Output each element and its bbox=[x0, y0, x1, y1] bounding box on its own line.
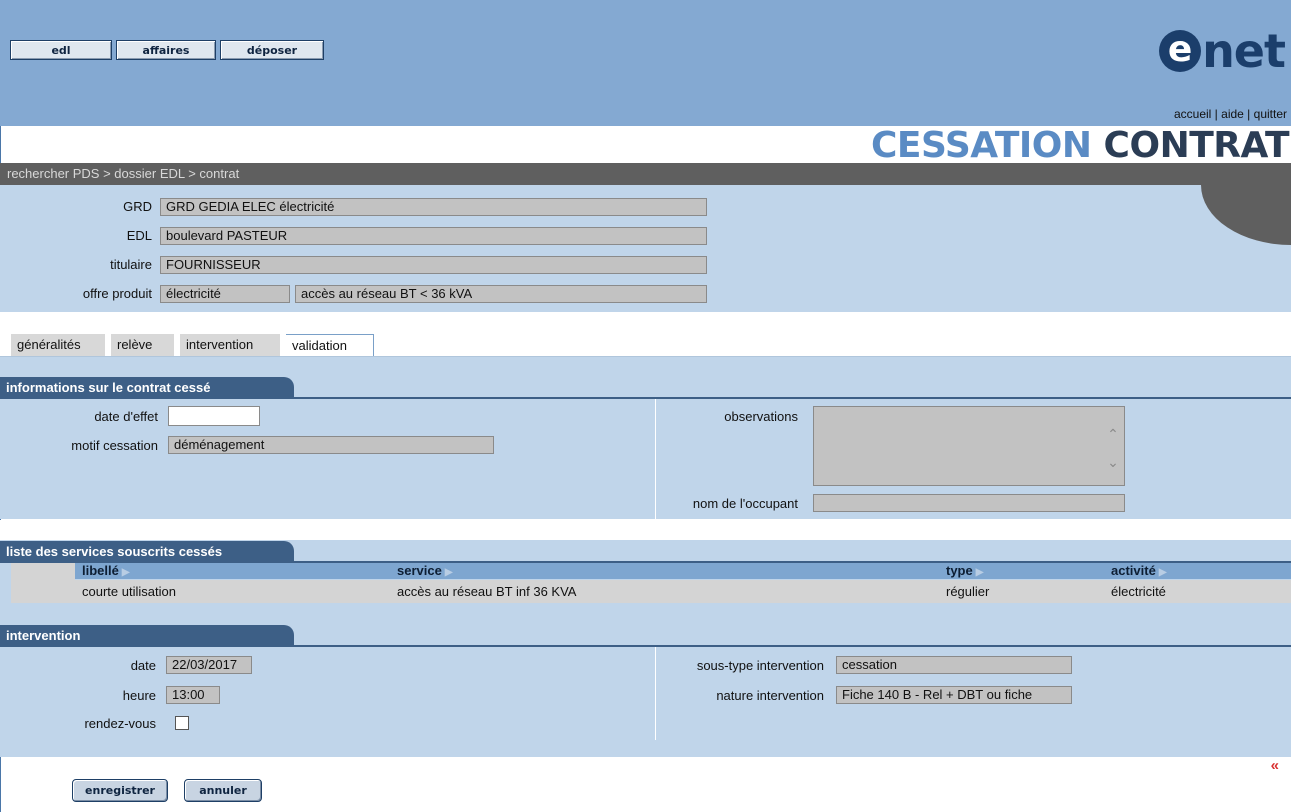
edl-field: boulevard PASTEUR bbox=[160, 227, 707, 245]
deposer-button[interactable]: déposer bbox=[220, 40, 324, 60]
col-activite[interactable]: activité ▶ bbox=[1111, 563, 1167, 579]
page-title-part1: CESSATION bbox=[871, 128, 1092, 164]
col-type-label: type bbox=[946, 563, 973, 578]
contrat-section-header: informations sur le contrat cessé bbox=[0, 377, 294, 398]
annuler-button[interactable]: annuler bbox=[184, 779, 262, 802]
sous-type-label: sous-type intervention bbox=[696, 658, 824, 673]
titulaire-field: FOURNISSEUR bbox=[160, 256, 707, 274]
observations-label: observations bbox=[724, 409, 798, 424]
breadcrumb: rechercher PDS > dossier EDL > contrat bbox=[0, 163, 1291, 185]
sort-arrow-icon: ▶ bbox=[444, 567, 453, 578]
offre-produit-label: offre produit bbox=[82, 286, 152, 301]
cell-activite: électricité bbox=[1111, 584, 1166, 599]
contrat-section-rule bbox=[0, 397, 1291, 399]
tab-releve[interactable]: relève bbox=[111, 334, 174, 356]
titulaire-label: titulaire bbox=[110, 257, 152, 272]
header-banner: edl affaires déposer e net accueil | aid… bbox=[0, 0, 1291, 126]
scroll-down-icon[interactable]: ⌄ bbox=[1106, 455, 1120, 469]
summary-corner-decoration bbox=[1201, 185, 1291, 245]
date-field: 22/03/2017 bbox=[166, 656, 252, 674]
offre-produit-energy-field: électricité bbox=[160, 285, 290, 303]
cell-type: régulier bbox=[946, 584, 990, 599]
accueil-link[interactable]: accueil bbox=[1174, 107, 1211, 121]
col-libelle-label: libellé bbox=[82, 563, 119, 578]
col-libelle[interactable]: libellé ▶ bbox=[82, 563, 130, 579]
link-separator: | bbox=[1247, 107, 1251, 121]
contrat-column-divider bbox=[655, 399, 656, 519]
grd-label: GRD bbox=[123, 199, 152, 214]
sort-arrow-icon: ▶ bbox=[121, 567, 130, 578]
intervention-section-header: intervention bbox=[0, 625, 294, 646]
row-selector-column bbox=[11, 563, 75, 603]
date-effet-input[interactable] bbox=[168, 406, 260, 426]
heure-label: heure bbox=[122, 688, 156, 703]
col-service-label: service bbox=[397, 563, 442, 578]
sort-arrow-icon: ▶ bbox=[1158, 567, 1167, 578]
intervention-spacer bbox=[0, 604, 1291, 622]
col-activite-label: activité bbox=[1111, 563, 1156, 578]
logo-e-mark: e bbox=[1159, 30, 1202, 72]
offre-produit-field: accès au réseau BT < 36 kVA bbox=[295, 285, 707, 303]
col-type[interactable]: type ▶ bbox=[946, 563, 983, 579]
sous-type-field: cessation bbox=[836, 656, 1072, 674]
enet-logo: e net bbox=[1159, 24, 1286, 78]
table-header bbox=[75, 563, 1291, 579]
aide-link[interactable]: aide bbox=[1221, 107, 1244, 121]
services-section-header: liste des services souscrits cessés bbox=[0, 541, 294, 562]
nature-label: nature intervention bbox=[716, 688, 824, 703]
motif-cessation-label: motif cessation bbox=[71, 438, 158, 453]
logo-wordmark: net bbox=[1202, 24, 1286, 78]
occupant-label: nom de l'occupant bbox=[692, 496, 798, 511]
cell-service: accès au réseau BT inf 36 KVA bbox=[397, 584, 577, 599]
occupant-field[interactable] bbox=[813, 494, 1125, 512]
sort-arrow-icon: ▶ bbox=[975, 567, 984, 578]
grd-field: GRD GEDIA ELEC électricité bbox=[160, 198, 707, 216]
top-links: accueil | aide | quitter bbox=[1174, 107, 1287, 121]
intervention-section-rule bbox=[0, 645, 1291, 647]
edl-button[interactable]: edl bbox=[10, 40, 112, 60]
date-effet-label: date d'effet bbox=[94, 409, 158, 424]
tab-intervention[interactable]: intervention bbox=[180, 334, 280, 356]
collapse-icon[interactable]: « bbox=[1271, 757, 1279, 774]
affaires-button[interactable]: affaires bbox=[116, 40, 216, 60]
page-title-part2: CONTRAT bbox=[1103, 128, 1290, 164]
nature-field: Fiche 140 B - Rel + DBT ou fiche bbox=[836, 686, 1072, 704]
table-row[interactable] bbox=[75, 580, 1291, 603]
heure-field: 13:00 bbox=[166, 686, 220, 704]
rendez-vous-label: rendez-vous bbox=[84, 716, 156, 731]
tab-generalites[interactable]: généralités bbox=[11, 334, 105, 356]
motif-cessation-field: déménagement bbox=[168, 436, 494, 454]
edl-label: EDL bbox=[126, 228, 152, 243]
col-service[interactable]: service ▶ bbox=[397, 563, 453, 579]
quitter-link[interactable]: quitter bbox=[1254, 107, 1287, 121]
enregistrer-button[interactable]: enregistrer bbox=[72, 779, 168, 802]
page-title: CESSATION CONTRAT bbox=[871, 128, 1291, 164]
observations-textarea[interactable]: ⌃ ⌄ bbox=[813, 406, 1125, 486]
scroll-up-icon[interactable]: ⌃ bbox=[1106, 427, 1120, 441]
link-separator: | bbox=[1214, 107, 1218, 121]
rendez-vous-checkbox[interactable] bbox=[175, 716, 189, 730]
cell-libelle: courte utilisation bbox=[82, 584, 176, 599]
date-label: date bbox=[130, 658, 156, 673]
intervention-footer-bar bbox=[0, 740, 1291, 757]
tab-validation[interactable]: validation bbox=[286, 334, 374, 356]
